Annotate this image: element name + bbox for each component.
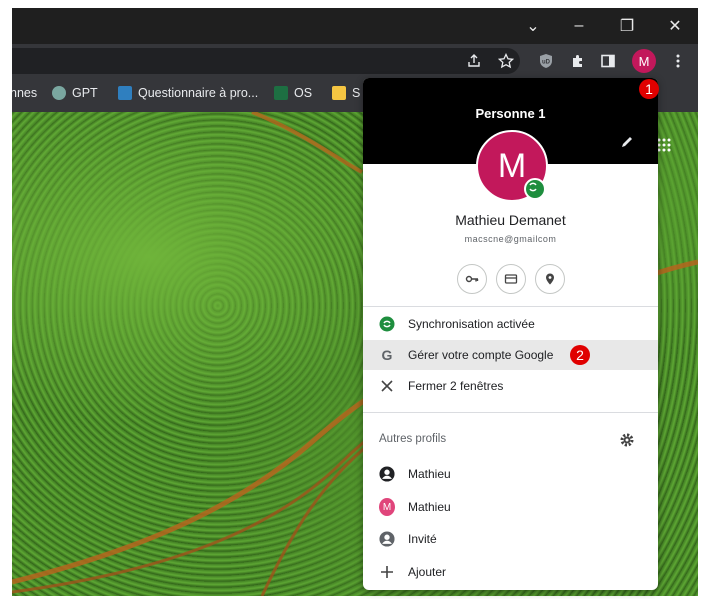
address-bar[interactable] (12, 48, 520, 74)
sync-row[interactable]: Synchronisation activée (363, 309, 658, 339)
forms-icon (118, 86, 132, 100)
profile-item-mathieu-initial[interactable]: M Mathieu (363, 492, 658, 522)
google-g-icon: G (379, 347, 395, 363)
bookmark-item[interactable]: Questionnaire à pro... (118, 86, 258, 100)
bookmark-star-icon[interactable] (494, 49, 518, 73)
bookmark-label: Questionnaire à pro... (138, 86, 259, 100)
bookmark-label: S (352, 86, 361, 100)
manage-profiles-gear-icon[interactable] (619, 432, 635, 453)
manage-google-account-row[interactable]: G Gérer votre compte Google (363, 340, 658, 370)
extensions-puzzle-icon[interactable] (566, 49, 590, 73)
step-badge-2: 2 (570, 345, 590, 365)
divider (363, 306, 658, 307)
close-windows-row[interactable]: Fermer 2 fenêtres (363, 371, 658, 401)
openai-icon (52, 86, 66, 100)
sync-label: Synchronisation activée (408, 317, 535, 331)
svg-text:G: G (382, 347, 393, 363)
profile-avatar-small-wrapper: M (379, 498, 395, 516)
profile-item-guest[interactable]: Invité (363, 524, 658, 554)
excel-icon (274, 86, 288, 100)
profile-name: Mathieu Demanet (455, 212, 566, 228)
browser-toolbar: uD (12, 44, 698, 78)
bookmark-label: OS (294, 86, 313, 100)
guest-icon (379, 531, 395, 547)
location-pin-icon (546, 273, 554, 285)
bookmark-item[interactable]: OS (274, 86, 312, 100)
apps-grid-icon[interactable] (657, 138, 671, 157)
profile-avatar-button[interactable]: M (632, 49, 656, 73)
close-x-icon (379, 378, 395, 394)
tab-search-button[interactable]: ⌄ (510, 8, 556, 44)
passwords-button[interactable] (457, 264, 487, 294)
step-badge-1: 1 (639, 79, 659, 99)
manage-google-account-label: Gérer votre compte Google (408, 348, 554, 362)
profile-email: macscne@gmailcom (464, 234, 557, 244)
plus-icon (379, 564, 395, 580)
other-profiles-header: Autres profils (379, 433, 447, 445)
sync-icon (379, 316, 395, 332)
edit-pencil-icon[interactable] (619, 134, 635, 155)
key-icon (465, 275, 479, 283)
bookmark-label: nnes (12, 86, 38, 100)
share-icon[interactable] (462, 49, 486, 73)
more-menu-icon[interactable] (666, 49, 690, 73)
svg-text:uD: uD (542, 60, 551, 66)
title-bar: ⌄ – ❐ ✕ (12, 8, 698, 44)
profile-menu: Personne 1 M Mathieu Demanet macscne@gma… (363, 78, 658, 590)
bookmark-item[interactable]: GPT (52, 86, 98, 100)
sync-status-icon (524, 178, 546, 200)
close-button[interactable]: ✕ (652, 8, 698, 44)
profile-avatar-small: M (379, 498, 395, 516)
minimize-button[interactable]: – (556, 8, 602, 44)
bookmark-item[interactable]: nnes (12, 86, 37, 100)
ublock-extension-icon[interactable]: uD (534, 49, 558, 73)
restore-button[interactable]: ❐ (604, 8, 650, 44)
payment-methods-button[interactable] (496, 264, 526, 294)
profile-label: Invité (408, 532, 437, 546)
profile-label: Mathieu (408, 467, 451, 481)
side-panel-icon[interactable] (596, 49, 620, 73)
profile-item-mathieu-account[interactable]: Mathieu (363, 459, 658, 489)
account-circle-icon (379, 466, 395, 482)
bookmark-label: GPT (72, 86, 98, 100)
credit-card-icon (504, 274, 518, 284)
add-profile-row[interactable]: Ajouter (363, 557, 658, 587)
folder-icon (332, 86, 346, 100)
add-profile-label: Ajouter (408, 565, 447, 579)
close-windows-label: Fermer 2 fenêtres (408, 379, 504, 393)
profile-label: Mathieu (408, 500, 451, 514)
profile-menu-title: Personne 1 (475, 106, 546, 121)
divider (363, 412, 658, 413)
addresses-button[interactable] (535, 264, 565, 294)
bookmark-item[interactable]: S (332, 86, 360, 100)
